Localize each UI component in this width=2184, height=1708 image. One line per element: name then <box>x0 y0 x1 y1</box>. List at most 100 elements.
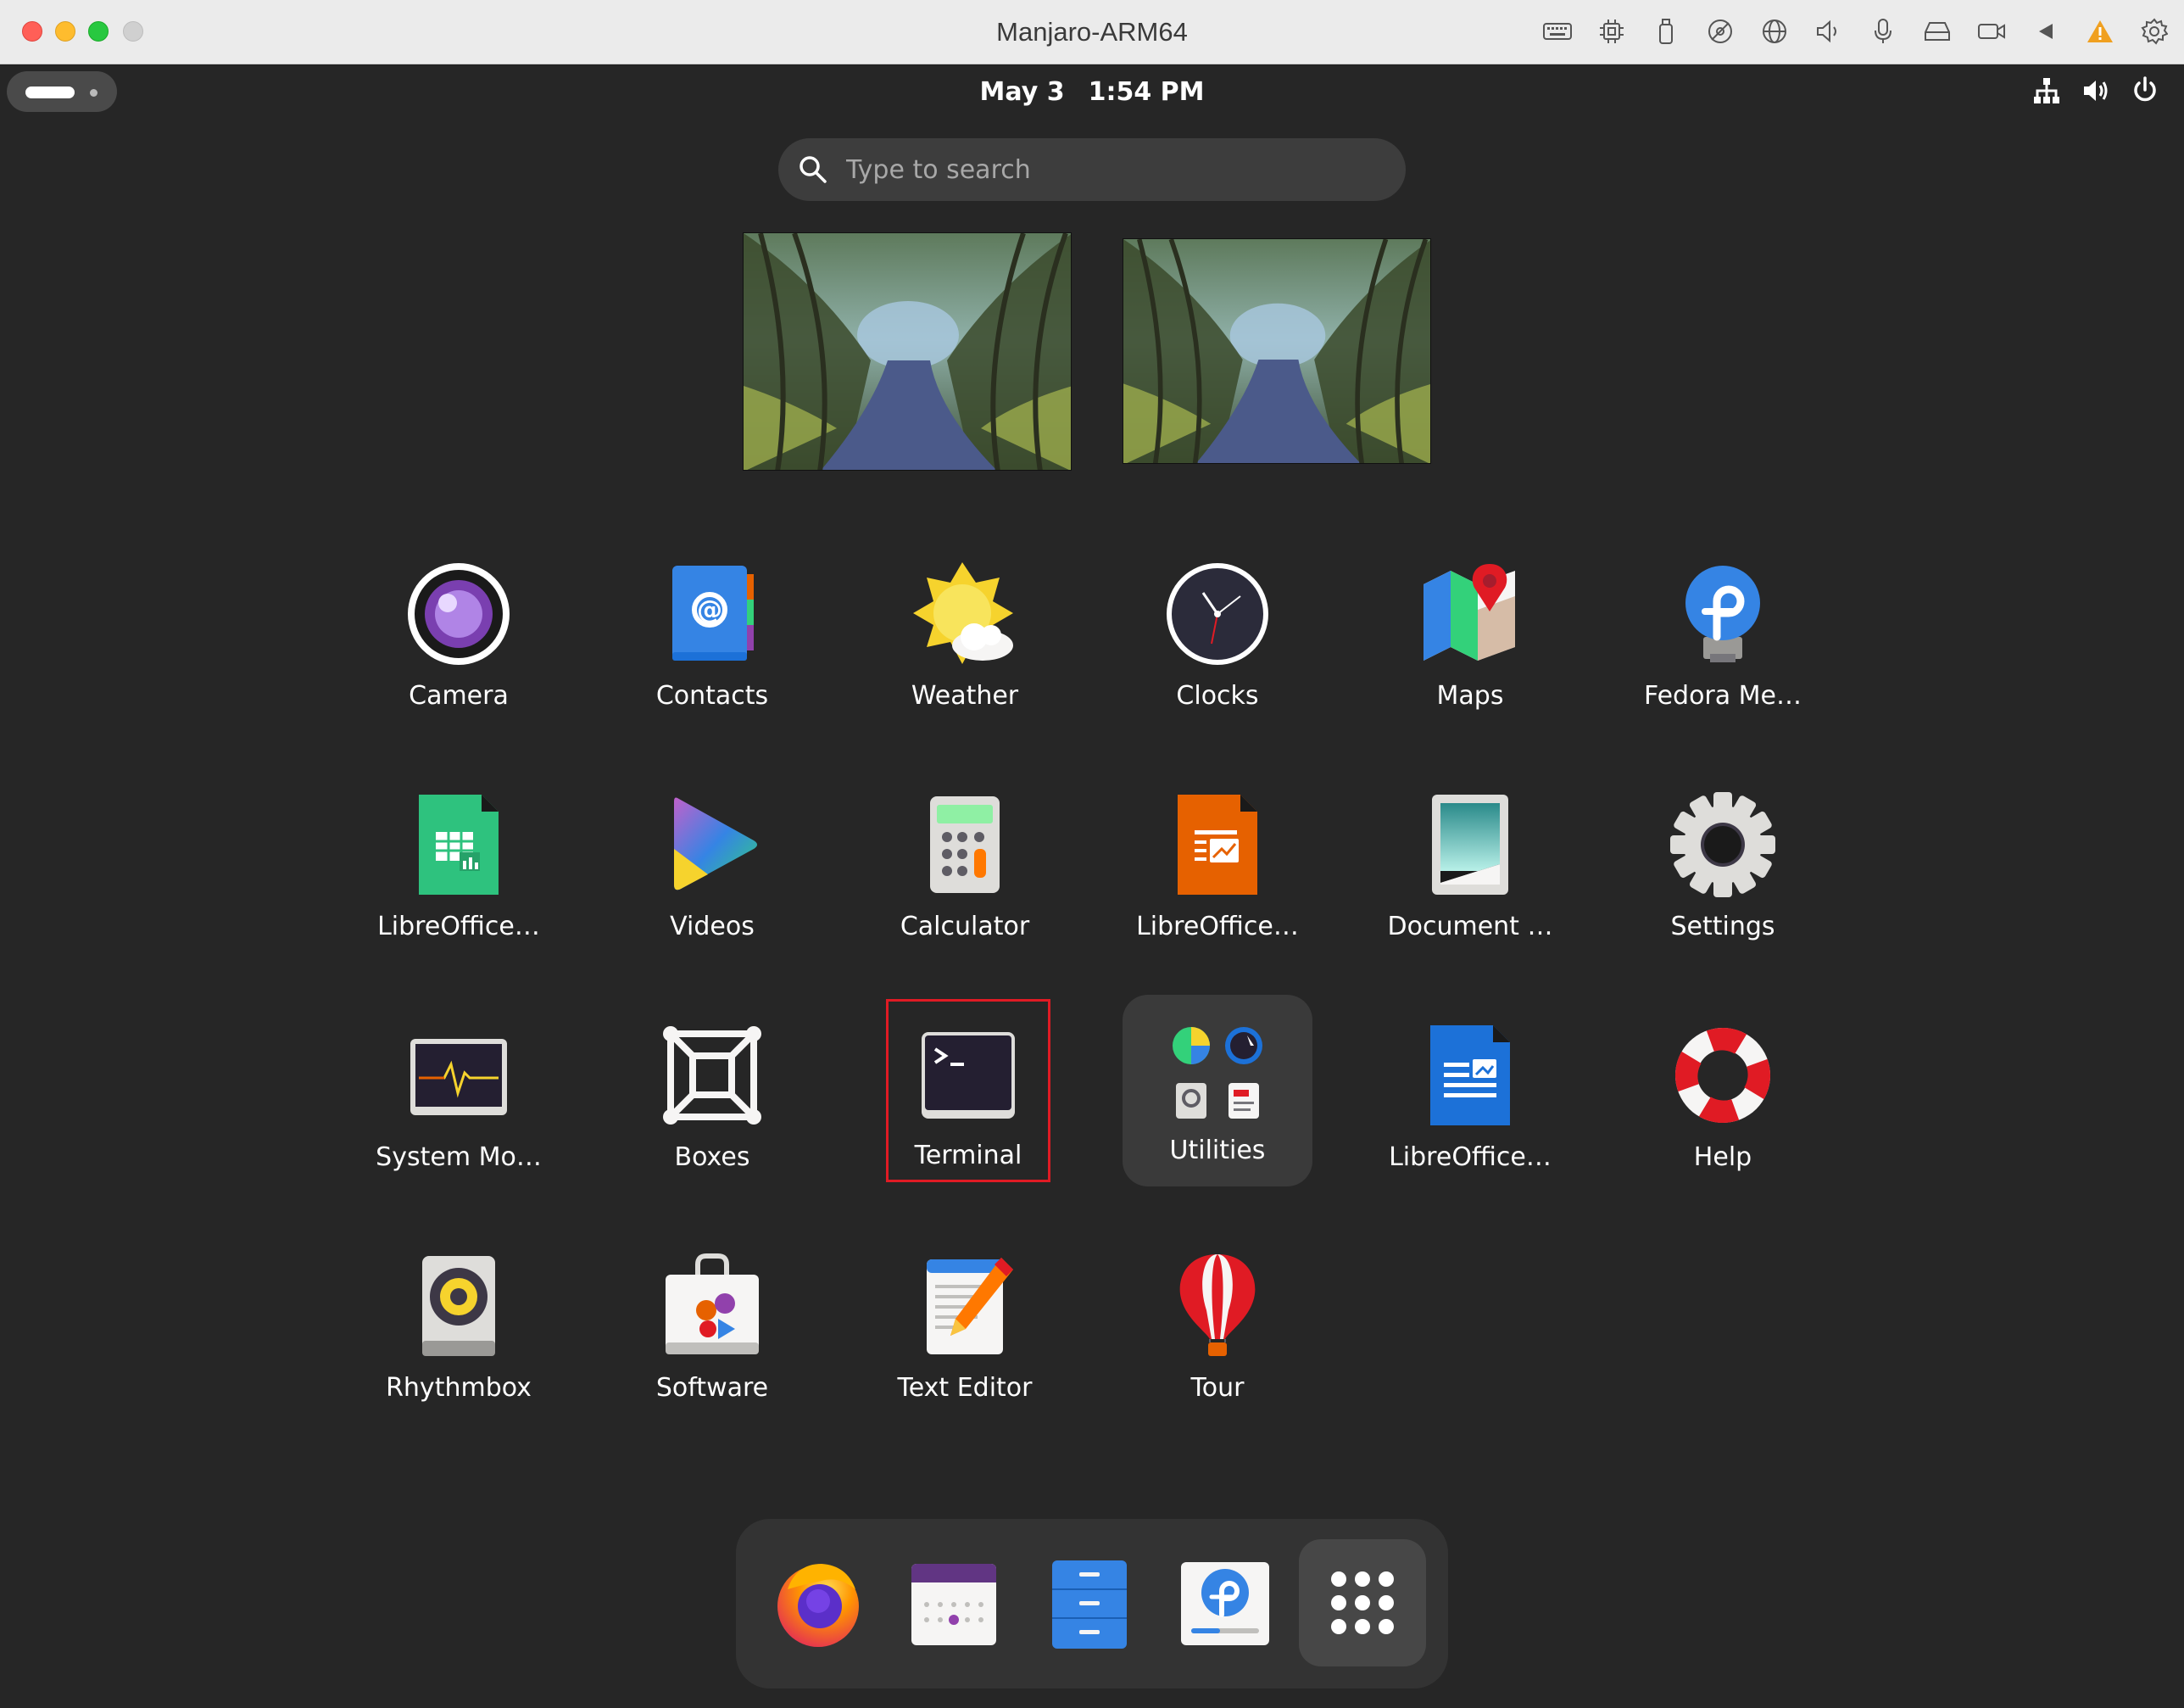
search-icon <box>800 156 827 183</box>
app-maps[interactable]: Maps <box>1373 540 1568 730</box>
rhythmbox-icon <box>422 1256 495 1356</box>
warning-icon[interactable] <box>2084 15 2116 47</box>
power-icon <box>2134 76 2156 102</box>
app-label: Videos <box>670 912 755 941</box>
date-label: May 3 <box>979 77 1065 107</box>
keyboard-icon[interactable] <box>1541 15 1574 47</box>
dock-firefox[interactable] <box>755 1539 882 1666</box>
app-text-editor[interactable]: Text Editor <box>867 1232 1062 1422</box>
app-rhythmbox[interactable]: Rhythmbox <box>361 1232 556 1422</box>
dash-dock <box>736 1519 1448 1688</box>
search-bar[interactable] <box>778 138 1406 201</box>
app-contacts[interactable]: @ Contacts <box>615 540 810 730</box>
app-label: Fedora Me… <box>1643 681 1802 711</box>
software-icon <box>666 1253 759 1354</box>
app-label: System Mo… <box>376 1142 542 1172</box>
microphone-icon[interactable] <box>1867 15 1899 47</box>
camera-icon <box>408 563 510 665</box>
search-input[interactable] <box>846 147 1372 193</box>
app-label: LibreOffice… <box>1136 912 1299 941</box>
app-label: Rhythmbox <box>386 1373 532 1403</box>
app-label: Document … <box>1387 912 1553 941</box>
dock-calendar[interactable] <box>890 1539 1017 1666</box>
dock-fedora-media-writer[interactable] <box>1162 1539 1289 1666</box>
app-calculator[interactable]: Calculator <box>867 771 1062 961</box>
app-label: Boxes <box>674 1142 750 1172</box>
app-system-monitor[interactable]: System Mo… <box>361 1002 556 1192</box>
app-weather[interactable]: Weather <box>867 540 1062 730</box>
network-wired-icon <box>2034 78 2059 103</box>
app-help[interactable]: Help <box>1625 1002 1820 1192</box>
workspace-thumbnail-2[interactable] <box>1123 238 1431 464</box>
libreoffice-impress-icon <box>1178 795 1257 895</box>
clock-icon <box>1167 563 1268 665</box>
settings-gear-icon <box>1670 792 1775 897</box>
cpu-icon[interactable] <box>1596 15 1628 47</box>
app-document-viewer[interactable]: Document … <box>1373 771 1568 961</box>
files-icon <box>1052 1560 1127 1649</box>
gear-icon[interactable] <box>2138 15 2170 47</box>
system-monitor-icon <box>410 1039 507 1115</box>
back-arrow-icon[interactable] <box>2030 15 2062 47</box>
hard-disk-icon[interactable] <box>1921 15 1953 47</box>
help-lifebuoy-icon <box>1674 1027 1771 1124</box>
app-label: Help <box>1693 1142 1752 1172</box>
gnome-overview: May 3 1:54 PM Type to search Camera @ Co… <box>0 65 2184 1708</box>
document-viewer-icon <box>1432 795 1508 895</box>
window-titlebar: Manjaro-ARM64 <box>0 0 2184 64</box>
app-libreoffice-writer[interactable]: LibreOffice… <box>1373 1002 1568 1192</box>
camera-device-icon[interactable] <box>1975 15 2008 47</box>
app-label: Settings <box>1670 912 1775 941</box>
app-label: Software <box>655 1373 769 1403</box>
app-label: Contacts <box>655 681 769 711</box>
fedora-media-writer-icon <box>1685 566 1760 662</box>
app-label: Clocks <box>1176 681 1259 711</box>
app-label: Weather <box>911 681 1019 711</box>
app-videos[interactable]: Videos <box>615 771 810 961</box>
vm-toolbar <box>1541 15 2170 47</box>
libreoffice-writer-icon <box>1430 1025 1510 1125</box>
app-tour[interactable]: Tour <box>1120 1232 1315 1422</box>
app-fedora-media-writer[interactable]: Fedora Me… <box>1625 540 1820 730</box>
maps-icon <box>1424 564 1515 661</box>
app-clocks[interactable]: Clocks <box>1120 540 1315 730</box>
app-label: Text Editor <box>897 1373 1033 1403</box>
app-label: Utilities <box>1169 1136 1266 1165</box>
wallpaper-forest-path <box>744 233 1071 470</box>
usb-drive-icon[interactable] <box>1650 15 1682 47</box>
dock-files[interactable] <box>1026 1539 1153 1666</box>
app-label: Camera <box>409 681 509 711</box>
system-menu-button[interactable] <box>2031 75 2160 106</box>
network-globe-icon[interactable] <box>1758 15 1791 47</box>
tour-balloon-icon <box>1179 1254 1256 1356</box>
date-time-button[interactable]: May 3 1:54 PM <box>0 77 2184 107</box>
app-libreoffice-calc[interactable]: LibreOffice… <box>361 771 556 961</box>
calculator-icon <box>930 796 1000 893</box>
app-boxes[interactable]: Boxes <box>615 1002 810 1192</box>
app-settings[interactable]: Settings <box>1625 771 1820 961</box>
app-grid-icon <box>1331 1571 1394 1634</box>
fedora-installer-icon <box>1181 1562 1269 1645</box>
app-label: Maps <box>1436 681 1504 711</box>
app-camera[interactable]: Camera <box>361 540 556 730</box>
videos-icon <box>674 797 757 890</box>
speaker-icon[interactable] <box>1813 15 1845 47</box>
text-editor-icon <box>927 1258 1013 1354</box>
app-label: Calculator <box>900 912 1030 941</box>
app-folder-utilities[interactable]: Utilities <box>1123 995 1312 1186</box>
show-apps-button[interactable] <box>1299 1539 1426 1666</box>
svg-text:@: @ <box>697 595 722 625</box>
app-libreoffice-impress[interactable]: LibreOffice… <box>1120 771 1315 961</box>
disc-icon[interactable] <box>1704 15 1736 47</box>
terminal-icon <box>922 1032 1015 1119</box>
workspace-thumbnail-1[interactable] <box>743 232 1072 471</box>
app-label: Terminal <box>914 1141 1022 1170</box>
libreoffice-calc-icon <box>419 795 499 895</box>
weather-icon <box>913 562 1013 664</box>
calendar-icon <box>911 1564 996 1645</box>
top-bar: May 3 1:54 PM <box>0 65 2184 116</box>
boxes-icon <box>663 1026 761 1125</box>
app-terminal[interactable]: Terminal <box>886 999 1050 1182</box>
app-label: Tour <box>1190 1373 1245 1403</box>
app-software[interactable]: Software <box>615 1232 810 1422</box>
